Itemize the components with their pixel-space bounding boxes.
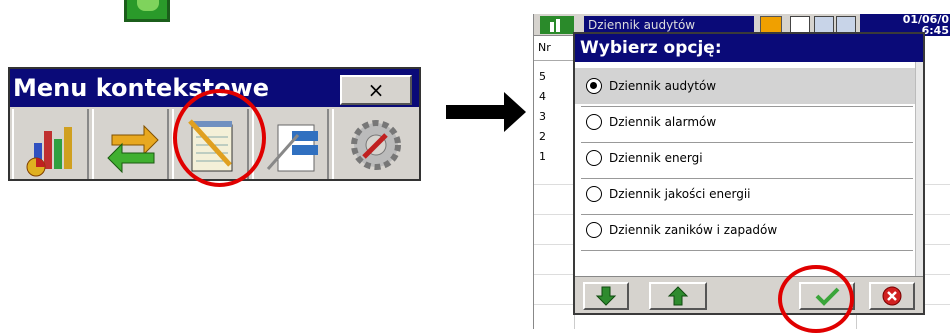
- refresh-arrows-icon: [107, 124, 159, 174]
- arrow-shaft: [446, 105, 506, 119]
- row-number: 5: [539, 70, 546, 83]
- option-label: Dziennik energi: [609, 151, 703, 165]
- radio-icon[interactable]: [586, 150, 602, 166]
- charts-button[interactable]: [12, 109, 89, 179]
- close-button[interactable]: ×: [340, 75, 412, 105]
- scrollbar[interactable]: [915, 62, 923, 277]
- option-label: Dziennik jakości energii: [609, 187, 751, 201]
- highlight-ring-confirm: [778, 265, 854, 333]
- tools-button[interactable]: [332, 109, 409, 179]
- radio-icon[interactable]: [586, 222, 602, 238]
- option-energy-log[interactable]: Dziennik energi: [575, 140, 915, 176]
- radio-selected-icon[interactable]: [586, 78, 602, 94]
- option-label: Dziennik zaników i zapadów: [609, 223, 778, 237]
- option-outages-sags-log[interactable]: Dziennik zaników i zapadów: [575, 212, 915, 248]
- option-power-quality-log[interactable]: Dziennik jakości energii: [575, 176, 915, 212]
- option-label: Dziennik audytów: [609, 79, 717, 93]
- move-down-button[interactable]: [583, 282, 629, 310]
- cancel-button[interactable]: [869, 282, 915, 310]
- row-number: 3: [539, 110, 546, 123]
- row-number: 4: [539, 90, 546, 103]
- option-audit-log[interactable]: Dziennik audytów: [575, 68, 915, 104]
- arrow-down-icon: [595, 286, 617, 306]
- option-alarm-log[interactable]: Dziennik alarmów: [575, 104, 915, 140]
- refresh-button[interactable]: [92, 109, 169, 179]
- move-up-button[interactable]: [649, 282, 707, 310]
- dialog-title: Wybierz opcję:: [575, 34, 923, 62]
- arrow-head: [504, 92, 526, 132]
- chart-icon[interactable]: [540, 16, 574, 34]
- app-icon-partial: [124, 0, 170, 22]
- arrow-up-icon: [667, 286, 689, 306]
- gear-tools-icon: [351, 120, 401, 170]
- cancel-icon: [882, 286, 902, 306]
- column-header-nr: Nr: [534, 41, 574, 61]
- radio-icon[interactable]: [586, 186, 602, 202]
- radio-icon[interactable]: [586, 114, 602, 130]
- option-label: Dziennik alarmów: [609, 115, 717, 129]
- chart-icon: [26, 127, 72, 177]
- separator: [581, 250, 913, 251]
- dialog-footer: [575, 276, 923, 313]
- highlight-ring-logs: [173, 89, 266, 187]
- row-number: 2: [539, 130, 546, 143]
- row-number: 1: [539, 150, 546, 163]
- choose-option-dialog: Wybierz opcję: Dziennik audytów Dziennik…: [573, 32, 925, 315]
